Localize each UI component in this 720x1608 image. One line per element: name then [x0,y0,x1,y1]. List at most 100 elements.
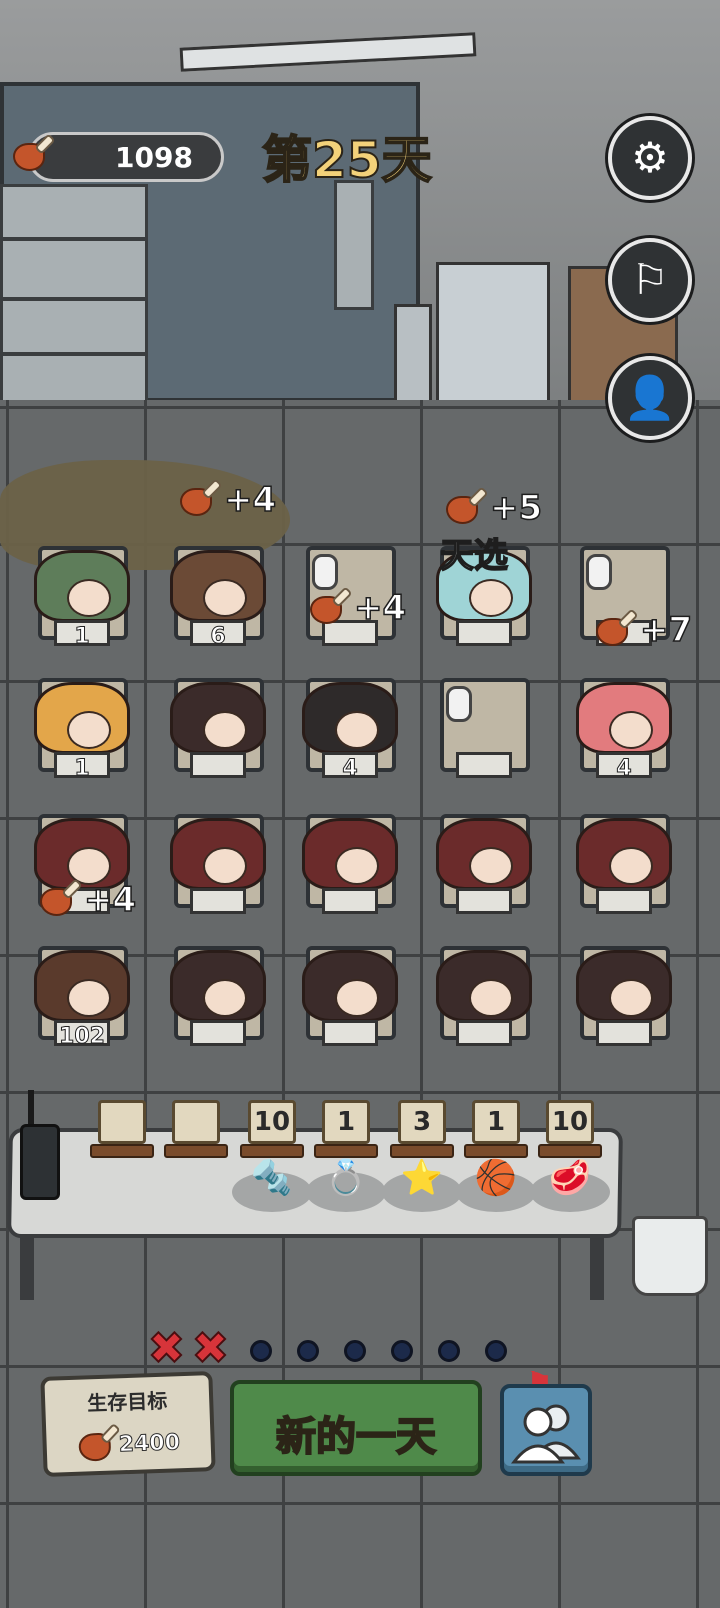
goal-value: 2400 [78,1422,181,1464]
item-slot[interactable] [160,1100,232,1220]
surrender-button[interactable]: ⚐ [608,238,692,322]
settings-button[interactable]: ⚙ [608,116,692,200]
survivor-count: 4 [616,756,632,782]
table-leg [20,1236,34,1300]
bonus-label: +7 [596,608,693,651]
bed-slot[interactable]: 6 [164,540,272,650]
survival-goal-card: 生存目标 2400 [40,1371,216,1477]
walkie-talkie-icon[interactable] [20,1090,60,1200]
meat-icon [596,608,639,648]
item-count-card [98,1100,146,1144]
bed-slot[interactable] [164,672,272,778]
bed-tag [596,888,652,914]
item-count-card: 10 [546,1100,594,1144]
survivor-count: 1 [74,756,90,782]
card-stand [314,1144,378,1158]
item-count-card: 3 [398,1100,446,1144]
item-slot[interactable]: 10 🔩 [232,1100,312,1220]
survivor-avatar [302,682,398,754]
day-title: 第25天 [261,130,433,190]
bed-slot[interactable] [430,940,538,1046]
bonus-label: +4 [40,878,137,921]
remaining-day-dot [485,1340,507,1362]
survivor-avatar [576,818,672,890]
survivor-avatar [436,950,532,1022]
new-day-button[interactable]: 新的一天 [230,1380,482,1476]
bucket-icon [632,1216,708,1296]
small-shelf [334,180,374,310]
card-stand [240,1144,304,1158]
bed-slot[interactable]: 1 [28,672,136,782]
pillow [312,554,338,590]
survivor-count: 6 [210,624,226,650]
survivors-button[interactable] [500,1384,592,1476]
basketball-icon: 🏀 [474,1158,518,1198]
bed-slot[interactable] [570,940,678,1046]
completed-day-mark: ✖ [147,1323,186,1374]
bed-slot[interactable]: 102 [28,940,136,1050]
bed-tag [456,620,512,646]
survivor-avatar [170,682,266,754]
gear-icon: ⚙ [631,133,669,182]
pillow [446,686,472,722]
bed-slot[interactable] [164,940,272,1046]
survivor-avatar [34,550,130,622]
white-flag-icon: ⚐ [631,255,669,304]
survivor-avatar [576,950,672,1022]
person-search-icon: 👤 [623,373,677,422]
bed-slot[interactable] [296,808,404,914]
survivor-search-button[interactable]: 👤 [608,356,692,440]
bonus-label: +4 [180,478,277,521]
item-slot[interactable]: 10 🥩 [530,1100,610,1220]
remaining-day-dot [297,1340,319,1362]
card-stand [164,1144,228,1158]
bed-slot[interactable] [296,940,404,1046]
bed-tag [190,1020,246,1046]
completed-day-mark: ✖ [191,1323,230,1374]
bed-tag [456,752,512,778]
remaining-day-dot [344,1340,366,1362]
card-stand [90,1144,154,1158]
remaining-day-dot [438,1340,460,1362]
bed-slot[interactable]: 4 [570,672,678,782]
meat-icon [78,1422,121,1463]
survivor-avatar [302,818,398,890]
pillow [586,554,612,590]
bed-slot[interactable] [164,808,272,914]
bed-tag [596,1020,652,1046]
item-count-card: 1 [322,1100,370,1144]
meat-icon [446,486,489,526]
bed-slot[interactable]: 4 [296,672,404,782]
goal-title: 生存目标 [86,1388,168,1416]
bed-slot[interactable]: 1 [28,540,136,650]
card-stand [464,1144,528,1158]
bonus-label: +4 [310,586,407,629]
item-slot[interactable]: 1 🏀 [456,1100,536,1220]
item-count-card: 1 [472,1100,520,1144]
star-icon: ⭐ [400,1158,444,1198]
meat-icon [310,586,353,626]
survivor-avatar [170,550,266,622]
meat-icon [13,133,56,173]
remaining-day-dot [250,1340,272,1362]
survivor-avatar [576,682,672,754]
bed-tag [190,752,246,778]
survivor-avatar [436,818,532,890]
bed-tag [456,888,512,914]
bed-tag [190,888,246,914]
item-slot[interactable]: 1 💍 [306,1100,386,1220]
ring-box-icon: 💍 [324,1158,368,1198]
item-slot[interactable]: 3 ⭐ [382,1100,462,1220]
bed-slot[interactable] [430,808,538,914]
card-stand [538,1144,602,1158]
people-icon [510,1404,581,1464]
survivor-avatar [34,950,130,1022]
meat-icon [40,878,83,918]
card-stand [390,1144,454,1158]
item-slot[interactable] [86,1100,158,1220]
bed-tag [456,1020,512,1046]
bed-slot[interactable] [430,672,538,778]
table-leg [590,1236,604,1300]
bed-slot[interactable] [570,808,678,914]
meat-icon [180,478,223,518]
